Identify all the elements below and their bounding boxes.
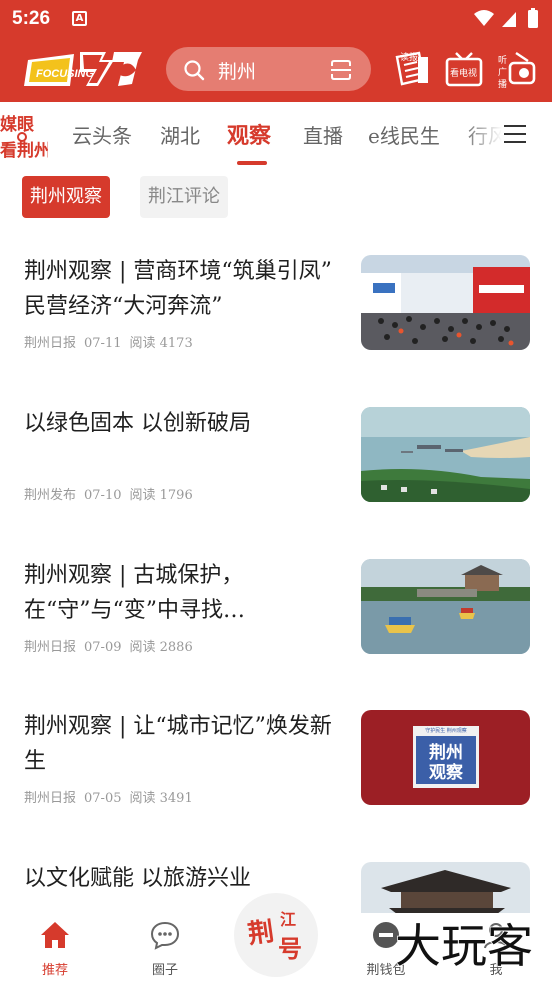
- svg-text:江: 江: [280, 910, 296, 929]
- tab-hubei[interactable]: 湖北: [160, 120, 200, 149]
- notification-a-icon: A: [72, 11, 87, 26]
- article-meta: 荆州日报 07-09 阅读 2886: [24, 636, 201, 655]
- article-source: 荆州日报: [24, 640, 77, 655]
- article-date: 07-10: [84, 488, 122, 503]
- jingzhou-observation-cover[interactable]: 守护民生 荆州观察 荆州 观察: [361, 710, 530, 805]
- radio-icon[interactable]: 听 广 播: [496, 49, 536, 90]
- tv-icon[interactable]: 看电视: [444, 49, 484, 89]
- media-eye-badge[interactable]: 媒眼 看荆州: [0, 110, 51, 161]
- article-source: 荆州日报: [24, 791, 77, 806]
- scan-icon[interactable]: [329, 58, 353, 82]
- article-item[interactable]: 荆州观察 | 让“城市记忆”焕发新生 荆州日报 07-05 阅读 3491 守护民生…: [0, 709, 552, 859]
- nav-label: 推荐: [41, 963, 68, 978]
- cover-title-line1: 荆州: [429, 742, 463, 763]
- search-bar[interactable]: 荆州: [166, 47, 371, 91]
- svg-text:看荆州: 看荆州: [0, 140, 48, 160]
- article-meta: 荆州日报 07-05 阅读 3491: [24, 787, 201, 806]
- ancient-city-moat-photo[interactable]: [361, 559, 530, 654]
- nav-circle[interactable]: 圈子: [125, 913, 205, 983]
- nav-label: 圈子: [151, 963, 178, 978]
- svg-text:媒眼: 媒眼: [0, 114, 34, 135]
- article-title[interactable]: 以文化赋能 以旅游兴业: [24, 861, 350, 896]
- cover-small-text: 守护民生 荆州观察: [425, 727, 467, 734]
- article-meta: 荆州发布 07-10 阅读 1796: [24, 484, 201, 503]
- svg-text:号: 号: [278, 934, 302, 963]
- menu-icon[interactable]: [502, 122, 528, 146]
- tab-observation[interactable]: 观察: [227, 118, 271, 150]
- article-reads: 阅读 3491: [129, 791, 193, 806]
- article-reads: 阅读 2886: [129, 640, 193, 655]
- article-date: 07-11: [84, 336, 122, 351]
- jingjiang-hao-logo: 荆 江 号: [246, 910, 302, 963]
- svg-text:读报: 读报: [400, 51, 418, 63]
- river-aerial-photo[interactable]: [361, 407, 530, 502]
- article-item[interactable]: 以绿色固本 以创新破局 荆州发布 07-10 阅读 1796: [0, 406, 552, 556]
- search-input[interactable]: 荆州: [218, 57, 256, 84]
- article-source: 荆州发布: [24, 488, 77, 503]
- article-title[interactable]: 荆州观察 | 古城保护，在“守”与“变”中寻找…: [24, 558, 350, 628]
- newspaper-icon[interactable]: 读报: [392, 49, 432, 89]
- trade-fair-photo[interactable]: [361, 255, 530, 350]
- jingjiang-hao-button[interactable]: 荆 江 号: [234, 893, 318, 977]
- svg-text:听: 听: [498, 55, 507, 66]
- status-icons: [474, 8, 538, 28]
- svg-text:荆: 荆: [246, 917, 276, 950]
- article-title[interactable]: 荆州观察 | 营商环境“筑巢引凤” 民营经济“大河奔流”: [24, 254, 350, 324]
- article-title[interactable]: 荆州观察 | 让“城市记忆”焕发新生: [24, 709, 350, 779]
- status-bar: 5:26 A: [0, 0, 552, 38]
- app-header: 5:26 A FOCUSING 荆州 读报 看电视 听 广 播: [0, 0, 552, 102]
- article-item[interactable]: 荆州观察 | 营商环境“筑巢引凤” 民营经济“大河奔流” 荆州日报 07-11 阅读…: [0, 254, 552, 404]
- tab-live[interactable]: 直播: [303, 120, 343, 149]
- svg-text:广: 广: [498, 66, 507, 78]
- subtab-jingjiang-commentary[interactable]: 荆江评论: [140, 176, 228, 218]
- article-title[interactable]: 以绿色固本 以创新破局: [24, 406, 350, 441]
- svg-text:播: 播: [498, 78, 507, 89]
- article-source: 荆州日报: [24, 336, 77, 351]
- article-meta: 荆州日报 07-11 阅读 4173: [24, 332, 201, 351]
- search-icon: [184, 60, 205, 81]
- tab-e-livelihood[interactable]: e线民生: [368, 120, 440, 149]
- tab-cloud-headlines[interactable]: 云头条: [72, 120, 132, 149]
- subtab-jingzhou-observation[interactable]: 荆州观察: [22, 176, 110, 218]
- watermark: 大玩客: [394, 918, 534, 974]
- svg-text:看电视: 看电视: [450, 67, 477, 79]
- status-time: 5:26: [12, 8, 51, 29]
- watermark-text: 大玩客: [395, 919, 533, 973]
- cover-title-line2: 观察: [428, 762, 464, 783]
- active-tab-indicator: [237, 161, 267, 165]
- article-item[interactable]: 荆州观察 | 古城保护，在“守”与“变”中寻找… 荆州日报 07-09 阅读 288…: [0, 558, 552, 708]
- article-reads: 阅读 1796: [129, 488, 193, 503]
- nav-recommend[interactable]: 推荐: [15, 913, 95, 983]
- article-date: 07-05: [84, 791, 122, 806]
- home-icon: [41, 922, 69, 948]
- article-reads: 阅读 4173: [129, 336, 193, 351]
- chat-bubble-icon: [150, 921, 180, 950]
- channel-tab-bar: 媒眼 看荆州 云头条 湖北 观察 直播 e线民生 行风: [0, 102, 552, 166]
- app-logo[interactable]: FOCUSING: [22, 46, 144, 92]
- article-date: 07-09: [84, 640, 122, 655]
